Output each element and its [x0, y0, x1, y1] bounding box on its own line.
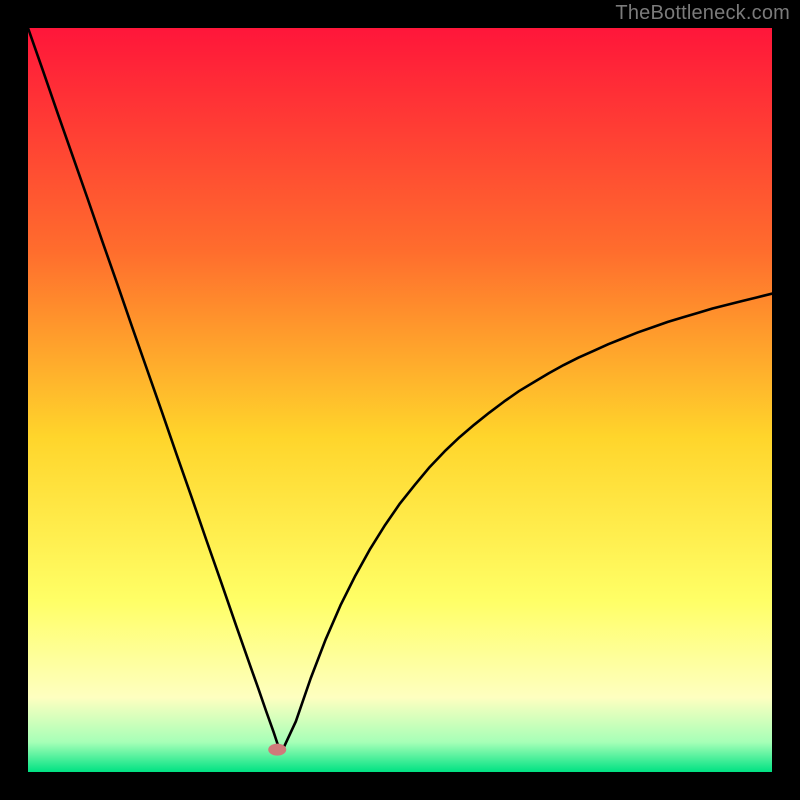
- watermark-text: TheBottleneck.com: [615, 2, 790, 25]
- gradient-background: [28, 28, 772, 772]
- plot-area: [28, 28, 772, 772]
- optimal-point-marker: [268, 744, 286, 756]
- chart-svg: [28, 28, 772, 772]
- chart-frame: TheBottleneck.com: [0, 0, 800, 800]
